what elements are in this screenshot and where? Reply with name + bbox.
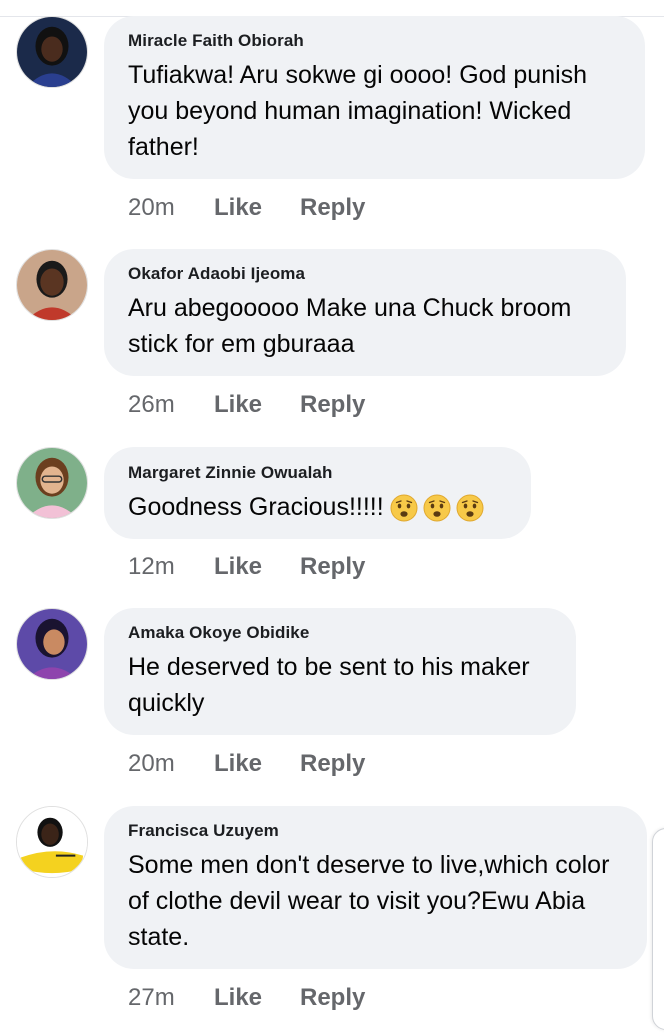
comment-timestamp[interactable]: 26m: [128, 391, 214, 419]
reply-button[interactable]: Reply: [300, 750, 365, 778]
avatar-image: [17, 250, 87, 320]
comment-timestamp[interactable]: 20m: [128, 194, 214, 222]
comment-bubble: Margaret Zinnie Owualah Goodness Graciou…: [104, 447, 531, 539]
comment-timestamp[interactable]: 12m: [128, 553, 214, 581]
like-button[interactable]: Like: [214, 194, 300, 222]
comment-author[interactable]: Francisca Uzuyem: [128, 821, 623, 841]
comment-timestamp[interactable]: 20m: [128, 750, 214, 778]
comment-timestamp[interactable]: 27m: [128, 984, 214, 1012]
avatar-image: [17, 17, 87, 87]
comment-bubble: Francisca Uzuyem Some men don't deserve …: [104, 806, 647, 969]
like-button[interactable]: Like: [214, 750, 300, 778]
avatar-image: [17, 609, 87, 679]
comment-author[interactable]: Okafor Adaobi Ijeoma: [128, 264, 602, 284]
comment-actions: 12m Like Reply: [128, 553, 365, 581]
comment-text: He deserved to be sent to his maker quic…: [128, 653, 530, 717]
like-button[interactable]: Like: [214, 553, 300, 581]
like-button[interactable]: Like: [214, 391, 300, 419]
avatar-image: [17, 807, 87, 877]
comment-author[interactable]: Amaka Okoye Obidike: [128, 623, 552, 643]
comment-text: Tufiakwa! Aru sokwe gi oooo! God punish …: [128, 61, 588, 161]
like-button[interactable]: Like: [214, 984, 300, 1012]
comment-author[interactable]: Miracle Faith Obiorah: [128, 31, 621, 51]
comment-bubble: Amaka Okoye Obidike He deserved to be se…: [104, 608, 576, 735]
worried-face-icon: [423, 494, 451, 522]
comment-actions: 27m Like Reply: [128, 984, 365, 1012]
worried-face-icon: [390, 494, 418, 522]
reply-button[interactable]: Reply: [300, 194, 365, 222]
offscreen-popup-edge: [652, 828, 664, 1030]
avatar[interactable]: [16, 608, 88, 680]
avatar[interactable]: [16, 249, 88, 321]
avatar[interactable]: [16, 16, 88, 88]
comment-author[interactable]: Margaret Zinnie Owualah: [128, 463, 507, 483]
reply-button[interactable]: Reply: [300, 984, 365, 1012]
comment-text: Aru abegooooo Make una Chuck broom stick…: [128, 294, 572, 358]
comment-actions: 20m Like Reply: [128, 750, 365, 778]
comment-text: Some men don't deserve to live,which col…: [128, 851, 610, 951]
avatar[interactable]: [16, 447, 88, 519]
comment-actions: 26m Like Reply: [128, 391, 365, 419]
comment-bubble: Miracle Faith Obiorah Tufiakwa! Aru sokw…: [104, 16, 645, 179]
reply-button[interactable]: Reply: [300, 553, 365, 581]
emoji-group: [390, 494, 484, 522]
comment-bubble: Okafor Adaobi Ijeoma Aru abegooooo Make …: [104, 249, 626, 376]
reply-button[interactable]: Reply: [300, 391, 365, 419]
comment-actions: 20m Like Reply: [128, 194, 365, 222]
comment-text: Goodness Gracious!!!!!: [128, 493, 384, 521]
comment-text-row: Goodness Gracious!!!!!: [128, 489, 507, 525]
avatar[interactable]: [16, 806, 88, 878]
avatar-image: [17, 448, 87, 518]
worried-face-icon: [456, 494, 484, 522]
